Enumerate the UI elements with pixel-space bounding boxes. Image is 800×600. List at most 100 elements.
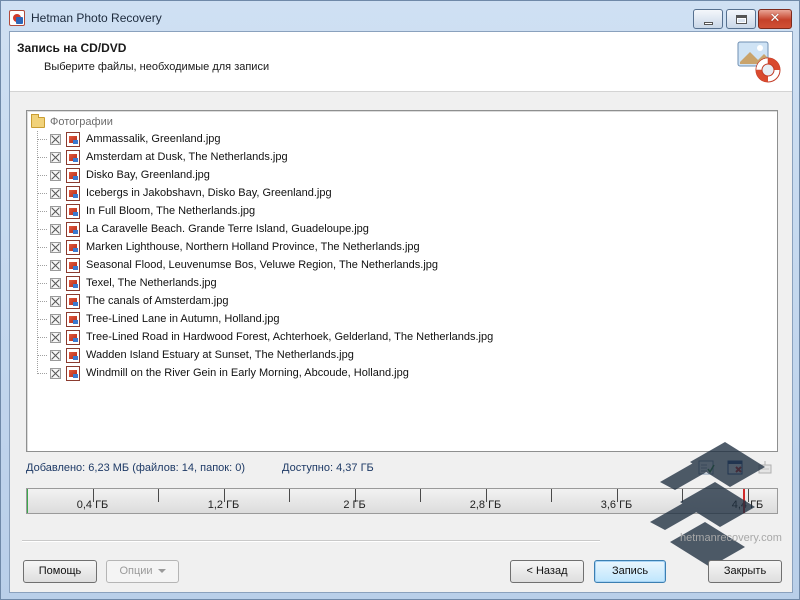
tree-file-item[interactable]: Amsterdam at Dusk, The Netherlands.jpg <box>37 148 288 166</box>
tree-connector-line <box>37 156 47 158</box>
back-button[interactable]: < Назад <box>510 560 584 583</box>
capacity-tick-label: 3,6 ГБ <box>600 499 633 511</box>
file-name: Amsterdam at Dusk, The Netherlands.jpg <box>86 151 288 163</box>
tree-connector-line <box>37 192 47 194</box>
file-name: Texel, The Netherlands.jpg <box>86 277 217 289</box>
capacity-tick-label: 1,2 ГБ <box>207 499 240 511</box>
file-tree[interactable]: Фотографии Ammassalik, Greenland.jpg Amst… <box>26 110 778 452</box>
file-checkbox[interactable] <box>50 151 61 163</box>
page-subtitle: Выберите файлы, необходимые для записи <box>44 61 270 73</box>
close-icon: ✕ <box>769 11 781 26</box>
capacity-used-fill <box>27 489 29 513</box>
jpg-file-icon <box>66 329 80 345</box>
tree-connector-line <box>37 300 47 302</box>
capacity-tick <box>551 489 552 502</box>
file-checkbox[interactable] <box>50 205 61 217</box>
jpg-file-icon <box>66 149 80 165</box>
capacity-tick-label: 4,4 ГБ <box>731 499 764 511</box>
file-checkbox[interactable] <box>50 349 61 361</box>
file-checkbox[interactable] <box>50 223 61 235</box>
tree-root-folder[interactable]: Фотографии <box>31 113 113 130</box>
tree-file-item[interactable]: Marken Lighthouse, Northern Holland Prov… <box>37 238 420 256</box>
file-checkbox[interactable] <box>50 187 61 199</box>
close-window-button[interactable]: ✕ <box>758 9 792 29</box>
tree-file-item[interactable]: The canals of Amsterdam.jpg <box>37 292 228 310</box>
check-all-icon[interactable] <box>698 460 716 476</box>
title-bar[interactable]: Hetman Photo Recovery ✕ <box>1 1 799 31</box>
file-checkbox[interactable] <box>50 133 61 145</box>
file-checkbox[interactable] <box>50 259 61 271</box>
tree-connector-line <box>37 228 47 230</box>
file-checkbox[interactable] <box>50 277 61 289</box>
file-checkbox[interactable] <box>50 295 61 307</box>
file-checkbox[interactable] <box>50 241 61 253</box>
window-title: Hetman Photo Recovery <box>31 11 162 25</box>
tree-connector-line <box>37 210 47 212</box>
capacity-tick <box>682 489 683 502</box>
minimize-button[interactable] <box>693 9 723 29</box>
file-checkbox[interactable] <box>50 313 61 325</box>
file-checkbox[interactable] <box>50 331 61 343</box>
maximize-button[interactable] <box>726 9 756 29</box>
maximize-icon <box>736 15 747 24</box>
jpg-file-icon <box>66 167 80 183</box>
tree-connector-line <box>37 318 47 320</box>
tree-file-item[interactable]: Tree-Lined Lane in Autumn, Holland.jpg <box>37 310 279 328</box>
close-button[interactable]: Закрыть <box>708 560 782 583</box>
file-name: Icebergs in Jakobshavn, Disko Bay, Green… <box>86 187 332 199</box>
tree-file-item[interactable]: Texel, The Netherlands.jpg <box>37 274 217 292</box>
jpg-file-icon <box>66 131 80 147</box>
tree-connector-line <box>37 282 47 284</box>
tree-file-item[interactable]: Disko Bay, Greenland.jpg <box>37 166 210 184</box>
tree-file-item[interactable]: Ammassalik, Greenland.jpg <box>37 130 221 148</box>
capacity-tick-label: 0,4 ГБ <box>76 499 109 511</box>
file-name: Tree-Lined Lane in Autumn, Holland.jpg <box>86 313 280 325</box>
watermark-url: hetmanrecovery.com <box>680 532 782 544</box>
help-button[interactable]: Помощь <box>23 560 97 583</box>
jpg-file-icon <box>66 221 80 237</box>
file-checkbox[interactable] <box>50 367 61 379</box>
added-size-text: Добавлено: 6,23 МБ (файлов: 14, папок: 0… <box>26 462 245 474</box>
capacity-tick-label: 2 ГБ <box>343 499 366 511</box>
options-dropdown-button[interactable]: Опции <box>106 560 179 583</box>
capacity-tick <box>289 489 290 502</box>
capacity-limit-marker <box>743 489 746 513</box>
file-checkbox[interactable] <box>50 169 61 181</box>
free-space-text: Доступно: 4,37 ГБ <box>282 462 374 474</box>
app-window: Hetman Photo Recovery ✕ Запись на CD/DVD… <box>0 0 800 600</box>
file-name: Tree-Lined Road in Hardwood Forest, Acht… <box>86 331 494 343</box>
disc-capacity-bar: 0,4 ГБ 1,2 ГБ 2 ГБ 2,8 ГБ 3,6 ГБ 4,4 ГБ <box>26 488 778 514</box>
tree-connector-line <box>37 354 47 356</box>
tree-file-item[interactable]: Wadden Island Estuary at Sunset, The Net… <box>37 346 354 364</box>
capacity-tick <box>420 489 421 502</box>
uncheck-all-icon[interactable] <box>727 460 745 476</box>
file-name: Seasonal Flood, Leuvenumse Bos, Veluwe R… <box>86 259 439 271</box>
tree-file-item[interactable]: La Caravelle Beach. Grande Terre Island,… <box>37 220 369 238</box>
tree-connector-line <box>37 138 47 140</box>
tree-file-item[interactable]: Seasonal Flood, Leuvenumse Bos, Veluwe R… <box>37 256 438 274</box>
tree-file-item[interactable]: In Full Bloom, The Netherlands.jpg <box>37 202 255 220</box>
file-name: Ammassalik, Greenland.jpg <box>86 133 221 145</box>
folder-icon <box>31 113 45 128</box>
app-icon <box>9 10 25 26</box>
wizard-header: Запись на CD/DVD Выберите файлы, необход… <box>10 32 792 92</box>
tree-connector-line <box>37 174 47 176</box>
jpg-file-icon <box>66 347 80 363</box>
tree-connector-line <box>37 246 47 248</box>
tree-root-label: Фотографии <box>50 116 113 128</box>
tree-file-item[interactable]: Icebergs in Jakobshavn, Disko Bay, Green… <box>37 184 332 202</box>
footer-separator <box>22 540 600 542</box>
minimize-icon <box>704 22 713 25</box>
file-name: In Full Bloom, The Netherlands.jpg <box>86 205 256 217</box>
tree-connector-line <box>37 264 47 266</box>
recovery-lifebuoy-icon <box>737 41 781 83</box>
write-button[interactable]: Запись <box>594 560 666 583</box>
tree-file-item[interactable]: Windmill on the River Gein in Early Morn… <box>37 364 409 382</box>
options-label: Опции <box>119 565 153 577</box>
jpg-file-icon <box>66 293 80 309</box>
jpg-file-icon <box>66 203 80 219</box>
burn-disc-icon[interactable] <box>756 460 774 476</box>
tree-file-item[interactable]: Tree-Lined Road in Hardwood Forest, Acht… <box>37 328 493 346</box>
jpg-file-icon <box>66 365 80 381</box>
jpg-file-icon <box>66 275 80 291</box>
